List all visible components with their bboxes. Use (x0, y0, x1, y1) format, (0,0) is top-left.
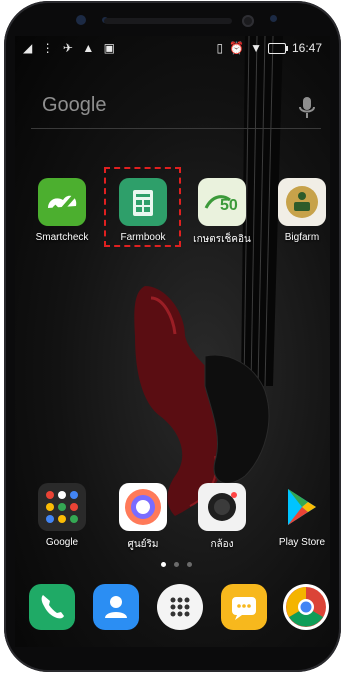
page-dot (187, 562, 192, 567)
app-label: เกษตรเช็คอิน (193, 234, 251, 245)
secondary-camera-icon (242, 15, 254, 27)
app-kaset-checkin[interactable]: 50 เกษตรเช็คอิน (191, 178, 253, 247)
battery-icon (267, 42, 288, 54)
app-label: Google (45, 537, 79, 548)
vibrate-icon: ▯ (216, 41, 224, 55)
home-screen: ◢ ⋮ ✈ ▲ ▣ ▯ ⏰ ▼ 16:47 Google Smartcheck … (15, 36, 330, 647)
google-search-bar[interactable]: Google (31, 88, 321, 129)
app-label: Bigfarm (284, 232, 320, 243)
app-label: ศูนย์ริม (127, 539, 159, 550)
page-indicator (161, 562, 192, 567)
image-icon: ▣ (103, 41, 118, 55)
wifi-icon: ▼ (250, 41, 262, 55)
messages-icon[interactable] (221, 584, 267, 630)
app-label: Smartcheck (35, 232, 89, 243)
status-right-icons: ▯ ⏰ ▼ 16:47 (217, 41, 322, 55)
google-folder-icon (38, 483, 86, 531)
status-time: 16:47 (291, 41, 322, 55)
app-camera[interactable]: กล้อง (191, 483, 253, 552)
earpiece-speaker (104, 18, 232, 24)
status-left-icons: ◢ ⋮ ✈ ▲ ▣ (23, 41, 118, 55)
bigfarm-icon (278, 178, 326, 226)
warning-icon: ▲ (82, 41, 98, 55)
folder-google[interactable]: Google (31, 483, 93, 548)
front-camera-icon (76, 15, 86, 25)
svg-text:50: 50 (220, 197, 238, 214)
status-bar: ◢ ⋮ ✈ ▲ ▣ ▯ ⏰ ▼ 16:47 (15, 36, 330, 62)
page-dot (174, 562, 179, 567)
phone-icon[interactable] (29, 584, 75, 630)
dock (15, 576, 330, 636)
more-vert-icon: ⋮ (41, 41, 57, 55)
phone-frame: ◢ ⋮ ✈ ▲ ▣ ▯ ⏰ ▼ 16:47 Google Smartcheck … (4, 1, 341, 672)
play-store-icon (278, 483, 326, 531)
app-label: กล้อง (210, 539, 234, 550)
page-dot (161, 562, 166, 567)
smartcheck-icon (38, 178, 86, 226)
app-smartcheck[interactable]: Smartcheck (31, 178, 93, 243)
phone-top-bezel (4, 1, 341, 37)
phone-bottom-bezel (4, 646, 341, 672)
contacts-icon[interactable] (93, 584, 139, 630)
app-theme-store[interactable]: ศูนย์ริม (112, 483, 174, 552)
farmbook-highlight-box (104, 167, 181, 247)
chrome-icon[interactable] (283, 584, 329, 630)
no-notification-icon: ✈ (62, 41, 76, 55)
google-logo: Google (42, 94, 107, 116)
app-bigfarm[interactable]: Bigfarm (271, 178, 330, 243)
alarm-icon: ⏰ (229, 41, 245, 55)
kaset-checkin-icon: 50 (198, 178, 246, 226)
app-play-store[interactable]: Play Store (271, 483, 330, 548)
iris-sensor-icon (270, 15, 277, 22)
signal-icon: ◢ (23, 41, 36, 55)
app-drawer-icon[interactable] (157, 584, 203, 630)
mic-icon[interactable] (297, 96, 317, 120)
camera-icon (198, 483, 246, 531)
app-label: Play Store (278, 537, 326, 548)
theme-store-icon (119, 483, 167, 531)
